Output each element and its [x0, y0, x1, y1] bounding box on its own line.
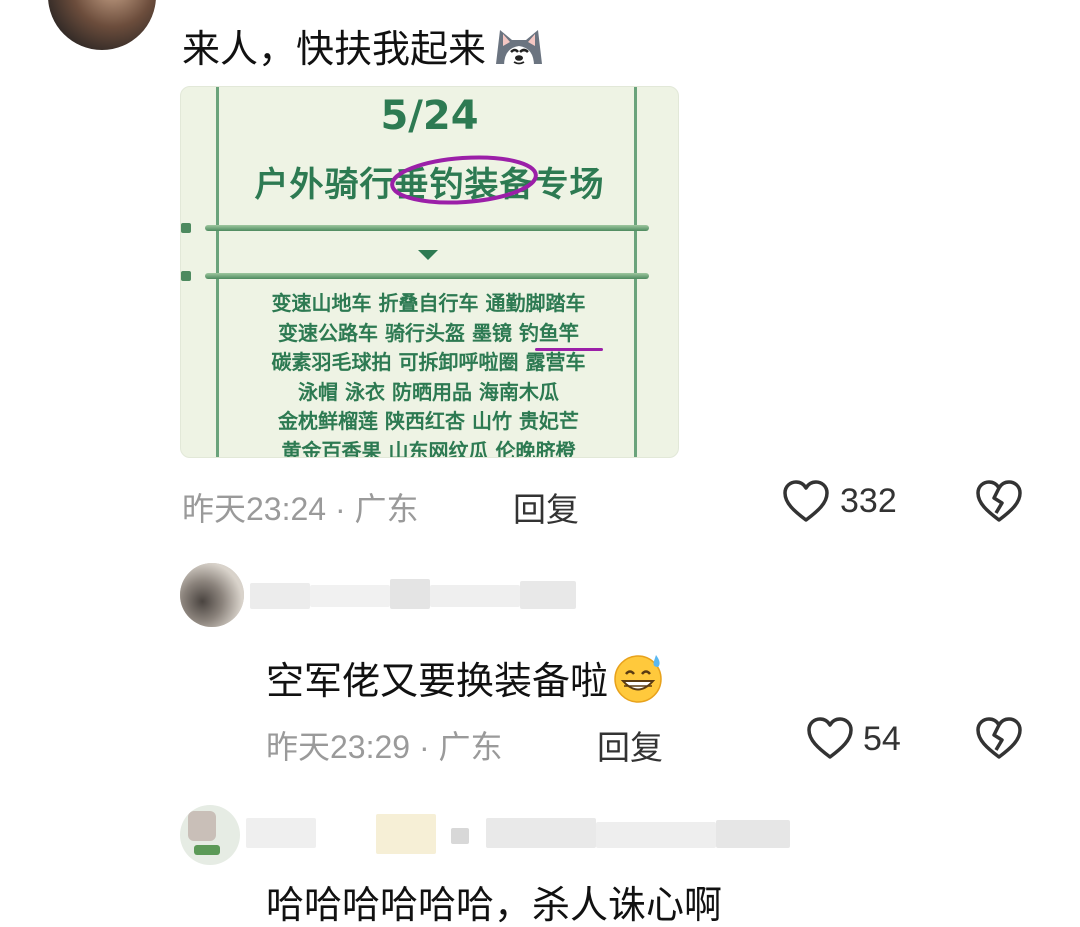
broken-heart-icon	[976, 717, 1022, 759]
poster-item-line: 金枕鲜榴莲 陕西红杏 山竹 贵妃芒	[278, 409, 579, 433]
comment-1-like-button[interactable]	[782, 479, 830, 527]
avatar[interactable]	[180, 563, 244, 627]
poster-item-line: 变速公路车 骑行头盔 墨镜 钓鱼竿	[278, 320, 579, 345]
comment-1-reply-button[interactable]: 回复	[513, 483, 579, 531]
poster-item-list: 变速山地车 折叠自行车 通勤脚踏车 变速公路车 骑行头盔 墨镜 钓鱼竿 碳素羽毛…	[221, 289, 636, 458]
chevron-down-icon	[418, 250, 438, 260]
comment-2-like-count: 54	[863, 720, 901, 758]
broken-heart-icon	[976, 480, 1022, 522]
comment-1-text: 来人，快扶我起来	[182, 27, 487, 71]
comment-1-time: 昨天23:24 · 广东	[182, 491, 419, 527]
poster-image[interactable]: 5/24 户外骑行垂钓装备专场 变速山地车 折叠自行车 通勤脚踏车 变速公路车 …	[180, 86, 679, 458]
poster-item-line: 碳素羽毛球拍 可拆卸呼啦圈 露营车	[271, 350, 586, 374]
poster-divider-top	[205, 225, 649, 231]
comment-2-reply-button[interactable]: 回复	[597, 721, 663, 769]
avatar[interactable]	[48, 0, 156, 50]
comment-2-like-button[interactable]	[806, 716, 854, 764]
comment-1: 来人，快扶我起来	[182, 24, 548, 74]
comment-2-text: 空军佬又要换装备啦	[266, 659, 609, 703]
comment-1-dislike-button[interactable]	[975, 479, 1023, 527]
grinning-sweat-emoji-icon	[610, 650, 668, 710]
blurred-username	[246, 810, 796, 860]
poster-item-line: 泳帽 泳衣 防晒用品 海南木瓜	[298, 379, 559, 404]
poster-knob	[181, 271, 191, 281]
blurred-username	[250, 575, 580, 615]
poster-date: 5/24	[380, 93, 479, 139]
comment-1-like-count: 332	[840, 482, 897, 520]
poster-knob	[181, 223, 191, 233]
comment-2-dislike-button[interactable]	[975, 716, 1023, 764]
comment-2-time: 昨天23:29 · 广东	[266, 729, 503, 765]
heart-icon	[783, 480, 829, 522]
avatar[interactable]	[180, 805, 240, 865]
circle-highlight	[390, 155, 538, 205]
husky-dog-emoji-icon	[490, 24, 548, 74]
comment-3-text: 哈哈哈哈哈哈，杀人诛心啊	[266, 883, 723, 927]
comment-2: 空军佬又要换装备啦	[266, 650, 668, 710]
poster-frame-left	[216, 87, 219, 457]
poster-item-line: 黄金百香果 山东网纹瓜 伦晚脐橙	[281, 438, 576, 458]
poster-divider-bottom	[205, 273, 649, 279]
heart-icon	[807, 717, 853, 759]
poster-item-line: 变速山地车 折叠自行车 通勤脚踏车	[271, 291, 586, 315]
underline-highlight	[535, 348, 603, 351]
